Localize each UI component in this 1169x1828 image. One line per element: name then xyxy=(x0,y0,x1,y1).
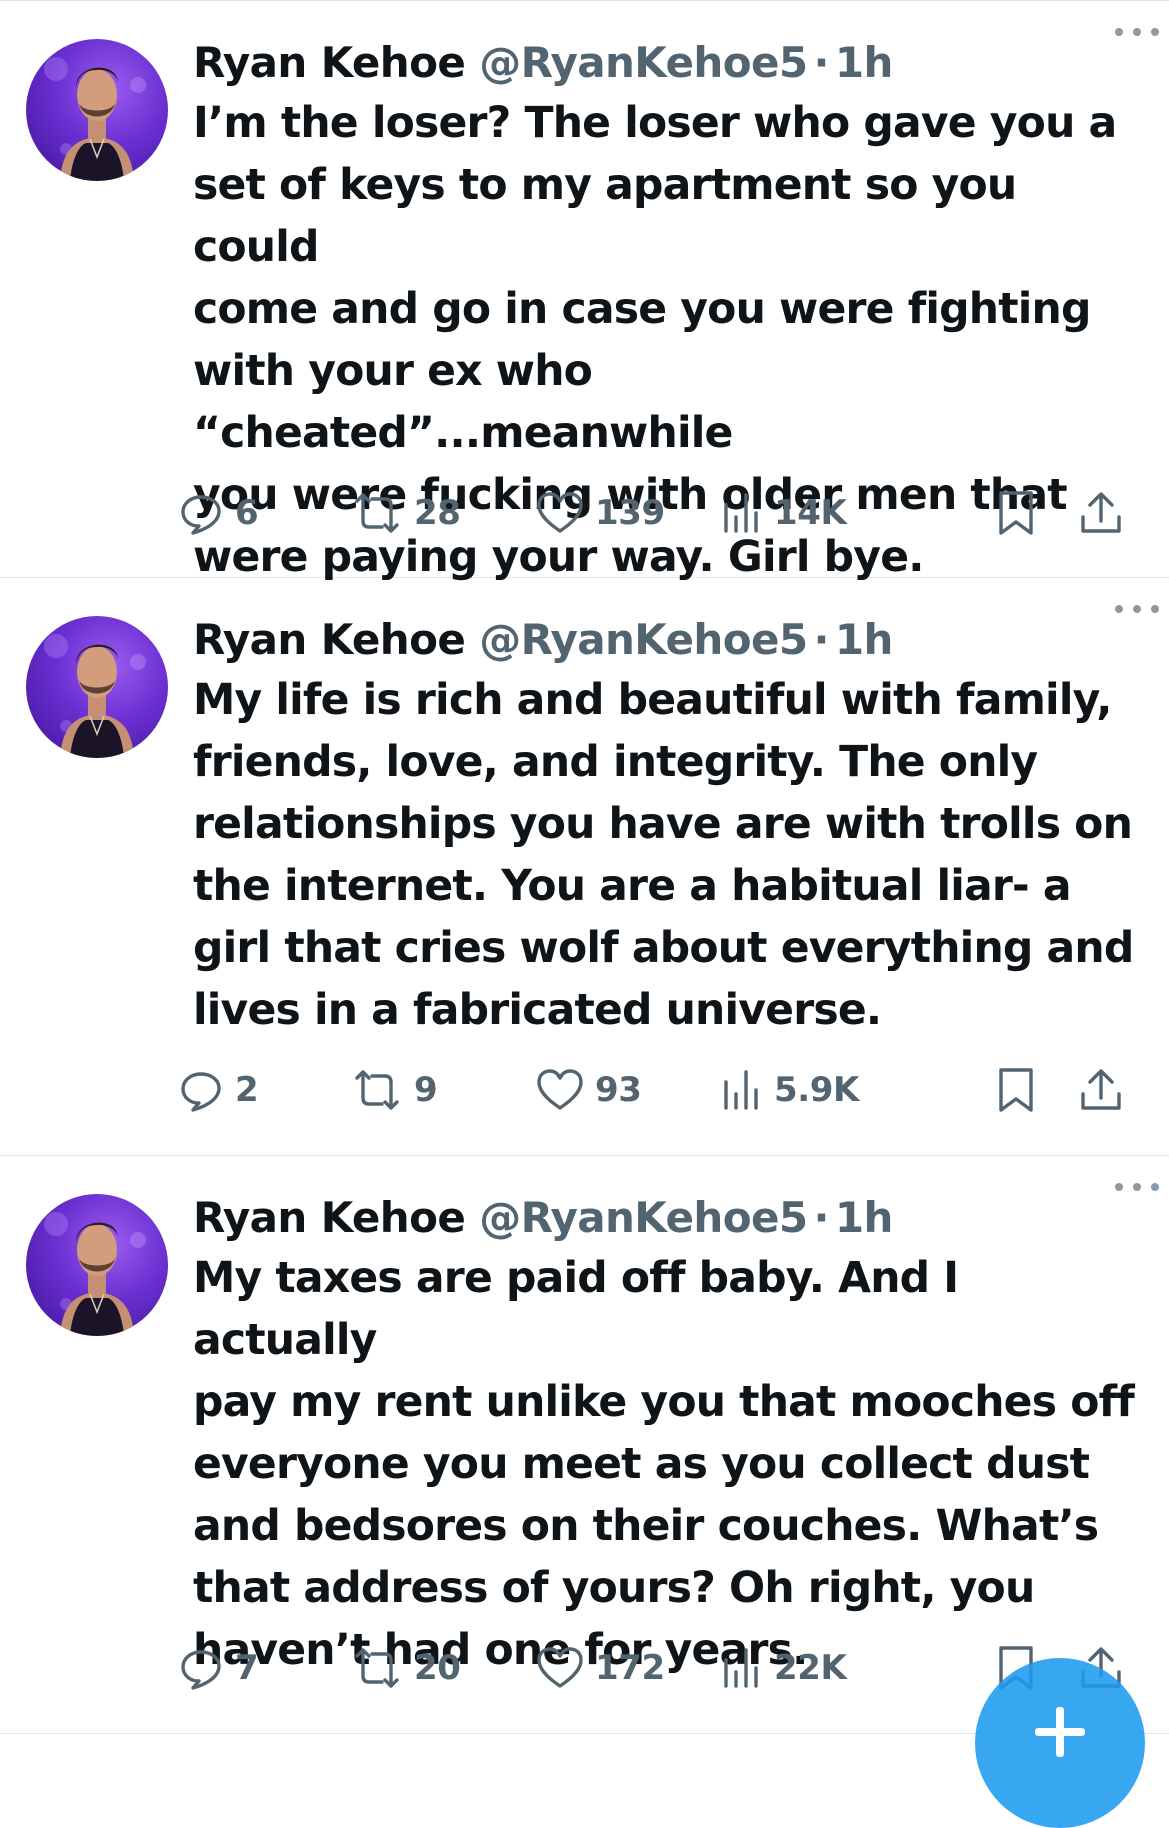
reply-count: 2 xyxy=(235,1070,259,1110)
bar-chart-icon xyxy=(724,493,758,533)
repost-count: 9 xyxy=(414,1070,438,1110)
repost-arrows-icon xyxy=(355,493,399,533)
tweet[interactable]: Ryan Kehoe @RyanKehoe5 · 1h I’m the lose… xyxy=(0,0,1169,582)
repost-arrows-icon xyxy=(355,1648,399,1688)
tweet-timestamp[interactable]: 1h xyxy=(835,1193,894,1242)
bar-chart-icon xyxy=(724,1648,758,1688)
author-handle[interactable]: @RyanKehoe5 xyxy=(479,615,808,664)
view-count: 22K xyxy=(774,1648,847,1688)
share-upload-icon xyxy=(1081,1069,1121,1110)
bookmark-button[interactable] xyxy=(995,485,1037,541)
repost-count: 28 xyxy=(414,493,461,533)
reply-count: 6 xyxy=(235,493,259,533)
repost-button[interactable]: 28 xyxy=(350,485,461,541)
tweet-actions: 2 9 93 5.9K xyxy=(181,1062,1143,1118)
views-button[interactable]: 14K xyxy=(720,485,847,541)
like-count: 93 xyxy=(595,1070,642,1110)
author-name[interactable]: Ryan Kehoe xyxy=(193,1193,466,1242)
reply-button[interactable]: 2 xyxy=(177,1062,259,1118)
more-options-button[interactable] xyxy=(1115,1176,1159,1198)
bookmark-button[interactable] xyxy=(995,1062,1037,1118)
tweet-body: Ryan Kehoe @RyanKehoe5 · 1h My taxes are… xyxy=(193,1186,1143,1682)
tweet-body: Ryan Kehoe @RyanKehoe5 · 1h My life is r… xyxy=(193,608,1143,1042)
repost-count: 20 xyxy=(414,1648,461,1688)
tweet-text: My taxes are paid off baby. And I actual… xyxy=(193,1254,1135,1675)
speech-bubble-icon xyxy=(181,1650,221,1690)
bookmark-icon xyxy=(999,491,1033,535)
like-button[interactable]: 139 xyxy=(535,485,665,541)
header-separator: · xyxy=(813,1192,829,1242)
like-count: 139 xyxy=(595,493,665,533)
heart-icon xyxy=(537,1647,583,1688)
heart-icon xyxy=(537,1069,583,1110)
share-button[interactable] xyxy=(1077,1062,1125,1118)
bar-chart-icon xyxy=(724,1070,758,1110)
tweet-timestamp[interactable]: 1h xyxy=(835,615,894,664)
avatar-portrait xyxy=(44,634,146,758)
avatar[interactable] xyxy=(26,39,168,181)
avatar[interactable] xyxy=(26,616,168,758)
tweet-header: Ryan Kehoe @RyanKehoe5 · 1h xyxy=(193,1186,1143,1248)
tweet-actions: 6 28 139 14K xyxy=(181,485,1143,541)
author-name[interactable]: Ryan Kehoe xyxy=(193,615,466,664)
reply-button[interactable]: 7 xyxy=(177,1640,259,1696)
like-button[interactable]: 172 xyxy=(535,1640,665,1696)
author-handle[interactable]: @RyanKehoe5 xyxy=(479,38,808,87)
tweet[interactable]: Ryan Kehoe @RyanKehoe5 · 1h My taxes are… xyxy=(0,1156,1169,1734)
share-button[interactable] xyxy=(1077,485,1125,541)
tweet-header: Ryan Kehoe @RyanKehoe5 · 1h xyxy=(193,608,1143,670)
tweet[interactable]: Ryan Kehoe @RyanKehoe5 · 1h My life is r… xyxy=(0,578,1169,1156)
view-count: 14K xyxy=(774,493,847,533)
avatar-portrait xyxy=(44,1212,146,1336)
header-separator: · xyxy=(813,614,829,664)
speech-bubble-icon xyxy=(181,495,221,535)
reply-count: 7 xyxy=(235,1648,259,1688)
ellipsis-icon xyxy=(1115,1183,1123,1191)
avatar[interactable] xyxy=(26,1194,168,1336)
repost-button[interactable]: 9 xyxy=(350,1062,438,1118)
avatar-portrait xyxy=(44,57,146,181)
repost-arrows-icon xyxy=(355,1070,399,1110)
repost-button[interactable]: 20 xyxy=(350,1640,461,1696)
ellipsis-icon xyxy=(1115,605,1123,613)
more-options-button[interactable] xyxy=(1115,598,1159,620)
heart-icon xyxy=(537,492,583,533)
views-button[interactable]: 22K xyxy=(720,1640,847,1696)
share-upload-icon xyxy=(1081,492,1121,533)
like-button[interactable]: 93 xyxy=(535,1062,642,1118)
tweet-feed: Ryan Kehoe @RyanKehoe5 · 1h I’m the lose… xyxy=(0,0,1169,1734)
views-button[interactable]: 5.9K xyxy=(720,1062,859,1118)
ellipsis-icon xyxy=(1115,28,1123,36)
header-separator: · xyxy=(813,37,829,87)
like-count: 172 xyxy=(595,1648,665,1688)
reply-button[interactable]: 6 xyxy=(177,485,259,541)
more-options-button[interactable] xyxy=(1115,21,1159,43)
speech-bubble-icon xyxy=(181,1072,221,1112)
tweet-text: My life is rich and beautiful with famil… xyxy=(193,676,1134,1035)
tweet-timestamp[interactable]: 1h xyxy=(835,38,894,87)
compose-button[interactable] xyxy=(975,1658,1145,1828)
bookmark-icon xyxy=(999,1068,1033,1112)
author-handle[interactable]: @RyanKehoe5 xyxy=(479,1193,808,1242)
view-count: 5.9K xyxy=(774,1070,859,1110)
author-name[interactable]: Ryan Kehoe xyxy=(193,38,466,87)
tweet-header: Ryan Kehoe @RyanKehoe5 · 1h xyxy=(193,31,1143,93)
